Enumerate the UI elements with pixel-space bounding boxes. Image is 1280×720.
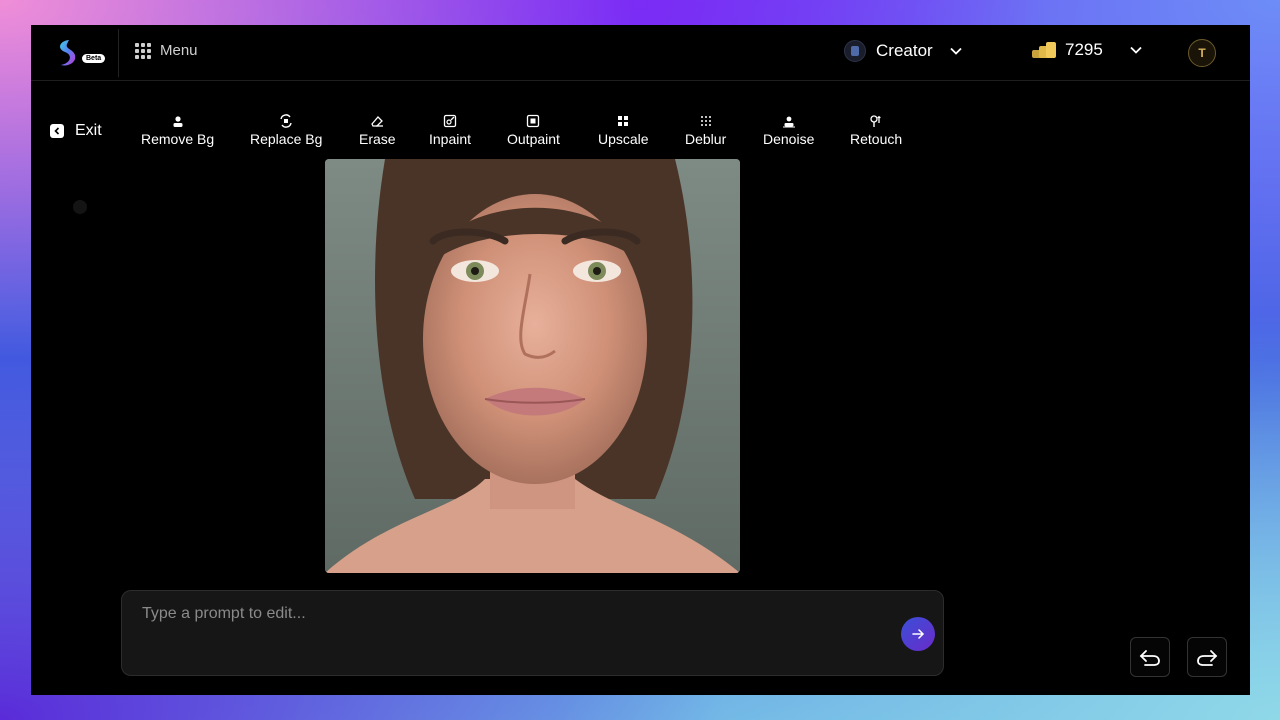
tool-label: Upscale	[598, 131, 649, 147]
avatar-letter: T	[1198, 46, 1206, 60]
tool-label: Denoise	[763, 131, 815, 147]
chevron-down-icon	[950, 47, 962, 55]
tool-label: Retouch	[850, 131, 903, 147]
back-arrow-icon	[50, 124, 64, 138]
menu-button[interactable]: Menu	[135, 42, 198, 59]
redo-icon	[1197, 650, 1218, 666]
tool-deblur[interactable]: Deblur	[685, 114, 726, 147]
tool-erase[interactable]: Erase	[359, 114, 396, 147]
prompt-input[interactable]	[140, 601, 884, 627]
image-canvas[interactable]	[325, 159, 740, 573]
denoise-icon	[782, 116, 795, 128]
tool-remove-bg[interactable]: Remove Bg	[141, 114, 214, 147]
redo-button[interactable]	[1187, 637, 1227, 677]
plan-label: Creator	[876, 41, 933, 60]
chevron-down-icon	[1130, 46, 1142, 54]
exit-button[interactable]: Exit	[50, 122, 102, 140]
tool-denoise[interactable]: Denoise	[763, 114, 814, 147]
grid-menu-icon	[135, 42, 151, 59]
tool-label: Erase	[359, 131, 396, 147]
portrait-image	[325, 159, 740, 573]
coins-icon	[1032, 42, 1056, 58]
tool-label: Deblur	[685, 131, 727, 147]
editor-window: Beta Menu Creator 7295 T Exit Remove Bg …	[31, 25, 1250, 695]
inpaint-icon	[443, 114, 457, 128]
logo-divider	[118, 29, 119, 77]
deblur-icon	[700, 116, 711, 126]
send-button[interactable]	[901, 617, 935, 651]
remove-bg-icon	[173, 116, 183, 127]
undo-icon	[1139, 650, 1160, 666]
upscale-icon	[618, 116, 629, 126]
outpaint-icon	[527, 114, 540, 128]
beta-badge: Beta	[82, 54, 106, 63]
logo-icon	[60, 40, 76, 66]
top-bar: Beta Menu Creator 7295 T	[31, 25, 1250, 81]
prompt-box	[121, 590, 944, 676]
tool-outpaint[interactable]: Outpaint	[507, 114, 560, 147]
undo-button[interactable]	[1130, 637, 1170, 677]
tool-label: Inpaint	[429, 131, 472, 147]
exit-label: Exit	[75, 122, 102, 139]
retouch-icon	[870, 115, 881, 127]
user-avatar[interactable]: T	[1188, 39, 1216, 67]
replace-bg-icon	[280, 114, 292, 128]
plan-icon	[844, 40, 866, 62]
eraser-icon	[371, 116, 384, 127]
credits-selector[interactable]: 7295	[1031, 40, 1143, 60]
tool-label: Replace Bg	[250, 131, 323, 147]
tool-inpaint[interactable]: Inpaint	[429, 114, 471, 147]
menu-label: Menu	[160, 42, 198, 59]
credits-value: 7295	[1065, 40, 1103, 59]
tool-upscale[interactable]: Upscale	[598, 114, 649, 147]
status-dot	[73, 200, 87, 214]
plan-selector[interactable]: Creator	[844, 40, 963, 62]
tool-label: Remove Bg	[141, 131, 215, 147]
arrow-right-icon	[912, 629, 925, 639]
app-logo[interactable]	[51, 37, 111, 69]
tool-retouch[interactable]: Retouch	[850, 114, 902, 147]
tool-replace-bg[interactable]: Replace Bg	[250, 114, 322, 147]
tool-label: Outpaint	[507, 131, 560, 147]
